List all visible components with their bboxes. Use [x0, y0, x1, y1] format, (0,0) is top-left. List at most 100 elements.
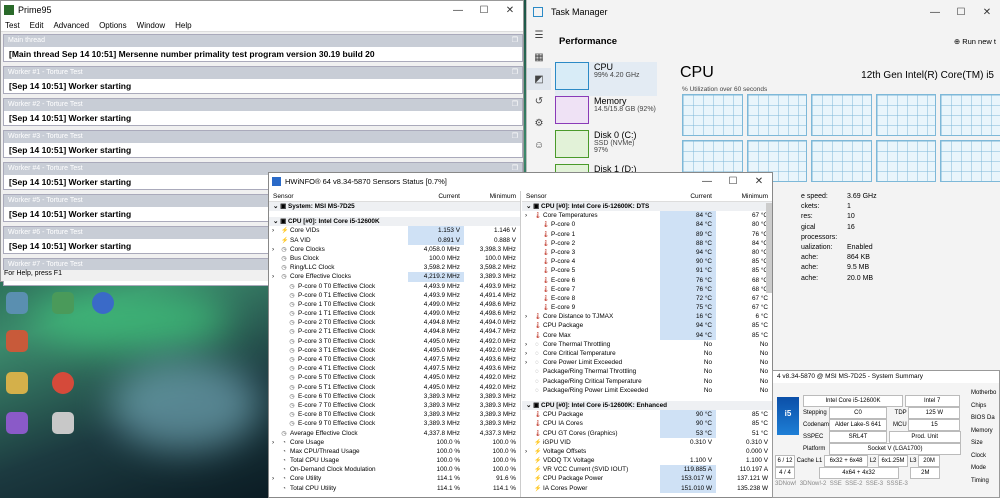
sensor-row[interactable]: ◌ Package/Ring Thermal Throttling No No — [522, 367, 772, 376]
sensor-row[interactable]: ◷ P-core 1 T0 Effective Clock 4,499.0 MHz 4… — [269, 300, 520, 309]
hwinfo-titlebar[interactable]: HWiNFO® 64 v8.34-5870 Sensors Status [0.… — [269, 173, 772, 190]
sensor-row[interactable]: › ◔ Core Utility 114.1 % 91.6 % — [269, 474, 520, 483]
perf-item-disk0[interactable]: Disk 0 (C:) SSD (NVMe) 97% — [555, 130, 657, 164]
sensor-row[interactable]: ◔ Max CPU/Thread Usage 100.0 % 100.0 % — [269, 447, 520, 456]
sensor-row[interactable]: › ◷ Core Effective Clocks 4,219.2 MHz 3,389.… — [269, 272, 520, 282]
hamburger-icon[interactable]: ☰ — [527, 24, 551, 46]
sensor-row[interactable]: 🌡CPU GT Cores (Graphics) 53 °C 51 °C — [522, 428, 772, 438]
sensor-row[interactable]: ⚡ VR VCC Current (SVID IOUT) 119.885 A 110.… — [522, 465, 772, 475]
desktop-icon-7[interactable] — [6, 412, 28, 434]
worker-window[interactable]: Worker #3 - Torture Test ❐ [Sep 14 10:51] … — [3, 130, 523, 158]
tm-titlebar[interactable]: Task Manager — ☐ ✕ — [527, 0, 1000, 24]
desktop-icon-3[interactable] — [6, 372, 28, 394]
tm-maximize-icon[interactable]: ☐ — [948, 7, 974, 18]
sensor-row[interactable]: 🌡E-core 8 72 °C 67 °C — [522, 293, 772, 304]
sensor-row[interactable]: ◷ P-core 1 T1 Effective Clock 4,499.0 MHz 4… — [269, 309, 520, 318]
performance-icon[interactable]: ◩ — [527, 68, 551, 90]
menu-window[interactable]: Window — [137, 21, 165, 30]
sensor-row[interactable]: ◷ P-core 3 T0 Effective Clock 4,495.0 MHz 4… — [269, 337, 520, 346]
desktop-icon-6[interactable] — [92, 292, 114, 314]
sensor-row[interactable]: ◔ Total CPU Utility 114.1 % 114.1 % — [269, 484, 520, 493]
minimize-icon[interactable]: — — [445, 5, 471, 16]
sensor-row[interactable]: ◷ E-core 6 T0 Effective Clock 3,389.3 MHz 3… — [269, 392, 520, 401]
sensor-row[interactable]: ◷ P-core 4 T1 Effective Clock 4,497.5 MHz 4… — [269, 364, 520, 373]
run-new-task-button[interactable]: ⊕ Run new t — [954, 37, 996, 46]
app-history-icon[interactable]: ↺ — [527, 90, 551, 112]
expand-icon[interactable]: › — [272, 272, 274, 281]
sensor-row[interactable]: 🌡P-core 4 90 °C 85 °C — [522, 257, 772, 267]
worker-window-titlebar[interactable]: Worker #1 - Torture Test ❐ — [4, 67, 522, 79]
sensor-row[interactable]: 🌡P-core 3 94 °C 80 °C — [522, 247, 772, 258]
expand-icon[interactable]: › — [272, 245, 274, 254]
restore-icon[interactable]: ❐ — [508, 131, 522, 143]
sensor-group-header[interactable]: ⌄ ▣ CPU [#0]: Intel Core i5-12600K: Enha… — [522, 400, 772, 411]
sensor-row[interactable]: 🌡E-core 7 76 °C 68 °C — [522, 284, 772, 294]
restore-icon[interactable]: ❐ — [508, 35, 522, 47]
desktop-icon-5[interactable] — [52, 372, 74, 394]
worker-window[interactable]: Main thread ❐ [Main thread Sep 14 10:51] M… — [3, 34, 523, 62]
collapse-icon[interactable]: ⌄ — [526, 402, 531, 409]
menu-options[interactable]: Options — [99, 21, 127, 30]
collapse-icon[interactable]: ⌄ — [526, 203, 531, 210]
hw-maximize-icon[interactable]: ☐ — [720, 176, 746, 187]
sensor-group-header[interactable]: ⌄ ▣ CPU [#0]: Intel Core i5-12600K — [269, 217, 520, 227]
sensor-row[interactable]: ⚡ VDDQ TX Voltage 1.100 V 1.100 V — [522, 456, 772, 465]
sensor-row[interactable]: ◷ E-core 8 T0 Effective Clock 3,389.3 MHz 3… — [269, 410, 520, 419]
restore-icon[interactable]: ❐ — [508, 99, 522, 111]
tm-minimize-icon[interactable]: — — [922, 7, 948, 18]
sensor-row[interactable]: › ◌ Core Thermal Throttling No No — [522, 340, 772, 349]
worker-window[interactable]: Worker #2 - Torture Test ❐ [Sep 14 10:51] … — [3, 98, 523, 126]
sensor-row[interactable]: ◷ P-core 3 T1 Effective Clock 4,495.0 MHz 4… — [269, 346, 520, 355]
hwinfo-sensors-window[interactable]: HWiNFO® 64 v8.34-5870 Sensors Status [0.… — [268, 172, 773, 498]
worker-window[interactable]: Worker #1 - Torture Test ❐ [Sep 14 10:51] … — [3, 66, 523, 94]
sensor-row[interactable]: ⚡ iGPU VID 0.310 V 0.310 V — [522, 438, 772, 447]
sensor-row[interactable]: 🌡Core Max 94 °C 85 °C — [522, 330, 772, 340]
processes-icon[interactable]: ▦ — [527, 46, 551, 68]
prime95-titlebar[interactable]: Prime95 — ☐ ✕ — [1, 1, 523, 19]
expand-icon[interactable]: › — [525, 340, 527, 349]
sensor-row[interactable]: ◷ P-core 5 T1 Effective Clock 4,495.0 MHz 4… — [269, 383, 520, 392]
startup-icon[interactable]: ⚙ — [527, 112, 551, 134]
sensor-row[interactable]: › ◌ Core Critical Temperature No No — [522, 349, 772, 358]
sensor-row[interactable]: 🌡P-core 5 91 °C 85 °C — [522, 266, 772, 276]
sensor-row[interactable]: 🌡CPU Package 90 °C 85 °C — [522, 410, 772, 420]
worker-window-titlebar[interactable]: Main thread ❐ — [4, 35, 522, 47]
sensor-row[interactable]: 🌡E-core 9 75 °C 67 °C — [522, 303, 772, 313]
collapse-icon[interactable]: ⌄ — [273, 218, 278, 225]
sensor-row[interactable]: ◷ E-core 9 T0 Effective Clock 3,389.3 MHz 3… — [269, 419, 520, 428]
sensor-row[interactable]: ◔ Total CPU Usage 100.0 % 100.0 % — [269, 456, 520, 465]
expand-icon[interactable]: › — [525, 312, 527, 321]
expand-icon[interactable]: › — [525, 211, 527, 220]
menu-advanced[interactable]: Advanced — [53, 21, 89, 30]
sensor-row[interactable]: ◷ E-core 7 T0 Effective Clock 3,389.3 MHz 3… — [269, 401, 520, 410]
sensor-row[interactable]: ◌ Package/Ring Power Limit Exceeded No No — [522, 386, 772, 395]
sensor-row[interactable]: 🌡P-core 2 88 °C 84 °C — [522, 238, 772, 248]
tm-close-icon[interactable]: ✕ — [974, 7, 1000, 18]
sensor-row[interactable]: ◷ P-core 4 T0 Effective Clock 4,497.5 MHz 4… — [269, 355, 520, 364]
maximize-icon[interactable]: ☐ — [471, 5, 497, 16]
hw-minimize-icon[interactable]: — — [694, 176, 720, 187]
menu-edit[interactable]: Edit — [30, 21, 44, 30]
sensor-row[interactable]: › ⚡ Voltage Offsets 0.000 V — [522, 447, 772, 456]
sensor-row[interactable]: ◷ P-core 0 T1 Effective Clock 4,493.9 MHz 4… — [269, 291, 520, 300]
sensor-row[interactable]: ◔ On-Demand Clock Modulation 100.0 % 100.0 … — [269, 465, 520, 474]
sensor-row[interactable]: 🌡P-core 1 89 °C 76 °C — [522, 229, 772, 239]
restore-icon[interactable]: ❐ — [508, 67, 522, 79]
desktop-icon-8[interactable] — [52, 412, 74, 434]
expand-icon[interactable]: › — [272, 438, 274, 447]
sensor-row[interactable]: ⚡ SA VID 0.891 V 0.888 V — [269, 235, 520, 245]
sensor-row[interactable]: › 🌡Core Temperatures 84 °C 67 °C — [522, 211, 772, 221]
menu-test[interactable]: Test — [5, 21, 20, 30]
sensor-row[interactable]: › ◔ Core Usage 100.0 % 100.0 % — [269, 438, 520, 447]
perf-item-cpu[interactable]: CPU 99% 4.20 GHz — [555, 62, 657, 96]
sensor-row[interactable]: ◷ Bus Clock 100.0 MHz 100.0 MHz — [269, 254, 520, 263]
expand-icon[interactable]: › — [272, 226, 274, 235]
sensor-row[interactable]: 🌡CPU IA Cores 90 °C 85 °C — [522, 419, 772, 429]
sensor-row[interactable]: › ⚡ Core VIDs 1.153 V 1.146 V — [269, 226, 520, 236]
perf-item-memory[interactable]: Memory 14.5/15.8 GB (92%) — [555, 96, 657, 130]
worker-window-titlebar[interactable]: Worker #2 - Torture Test ❐ — [4, 99, 522, 111]
hw-close-icon[interactable]: ✕ — [746, 176, 772, 187]
sensor-row[interactable]: ◷ P-core 2 T0 Effective Clock 4,494.8 MHz 4… — [269, 318, 520, 327]
worker-window-titlebar[interactable]: Worker #3 - Torture Test ❐ — [4, 131, 522, 143]
sensor-row[interactable]: 🌡E-core 6 76 °C 68 °C — [522, 275, 772, 285]
